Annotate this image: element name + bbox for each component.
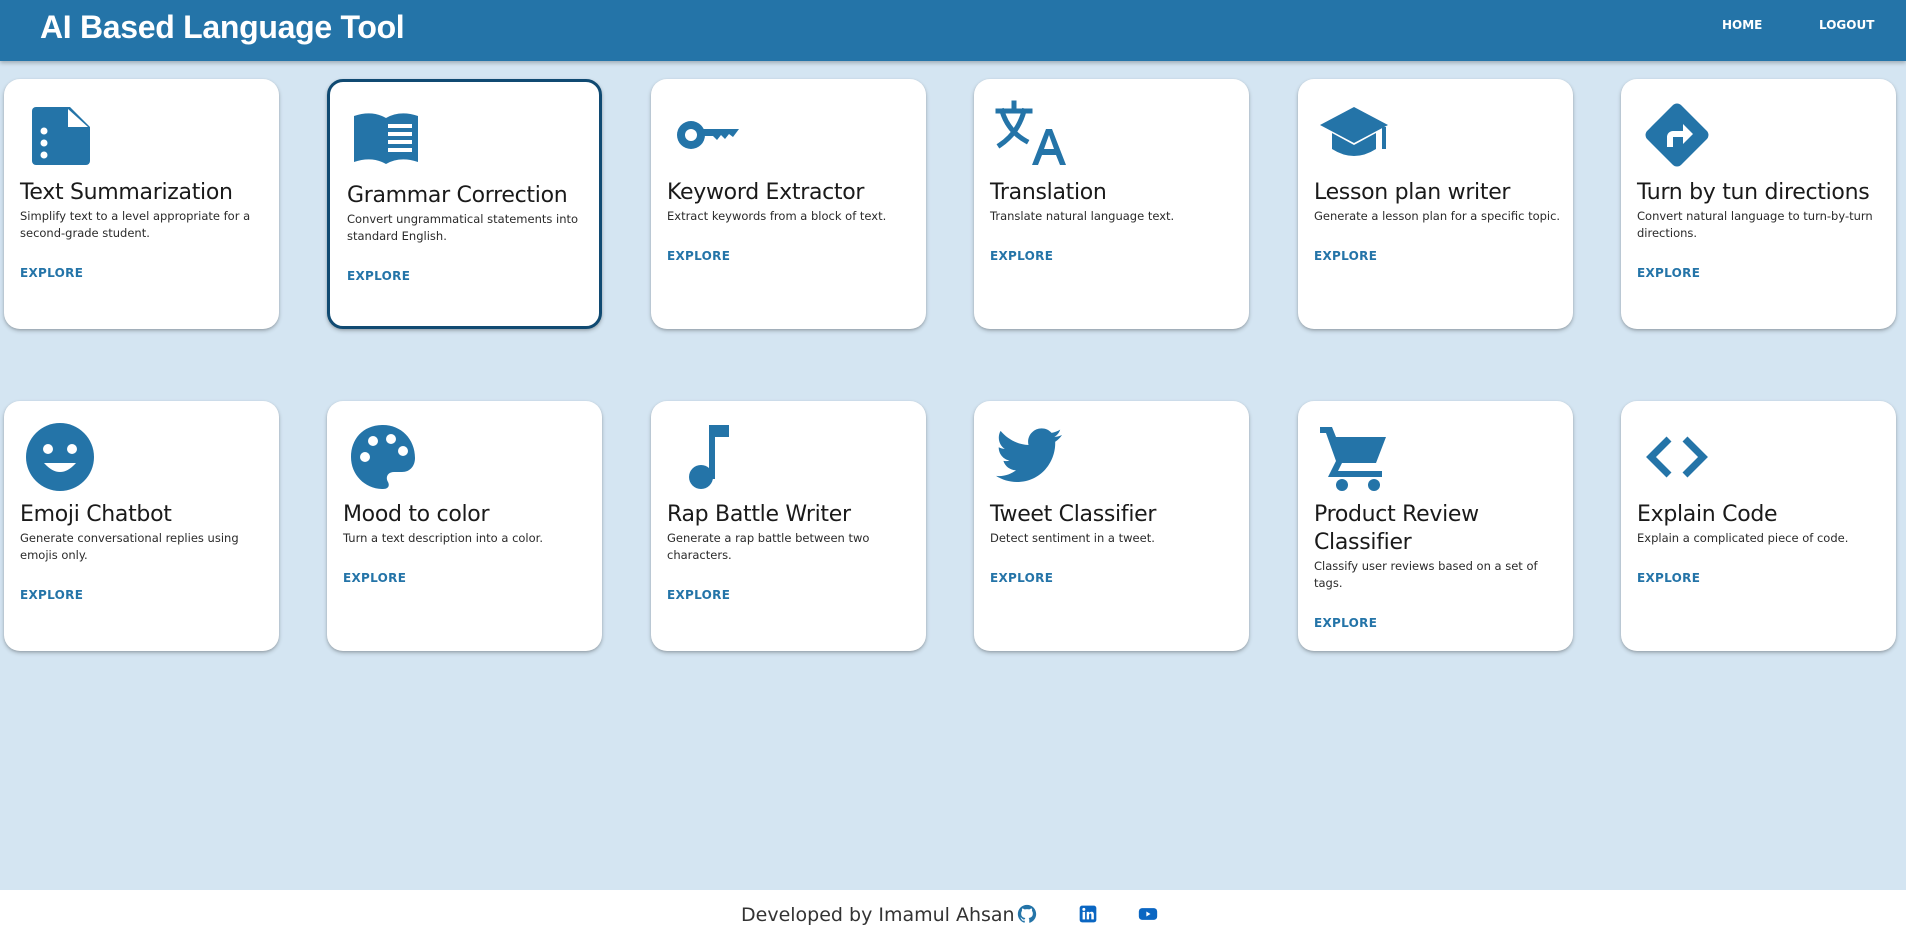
card-description: Convert ungrammatical statements into st… bbox=[347, 212, 579, 243]
card-title: Tweet Classifier bbox=[990, 502, 1157, 527]
footer: Developed by Imamul Ahsan bbox=[0, 890, 1906, 934]
app-title: AI Based Language Tool bbox=[40, 9, 405, 45]
card-description: Simplify text to a level appropriate for… bbox=[20, 209, 251, 240]
card-emoji-chatbot[interactable]: Emoji Chatbot Generate conversational re… bbox=[4, 401, 279, 651]
card-lesson-plan-writer[interactable]: Lesson plan writer Generate a lesson pla… bbox=[1298, 79, 1573, 329]
card-description: Generate a rap battle between two charac… bbox=[667, 531, 870, 562]
card-description: Classify user reviews based on a set of … bbox=[1314, 559, 1538, 590]
card-description: Generate conversational replies using em… bbox=[20, 531, 239, 562]
card-translation[interactable]: Translation Translate natural language t… bbox=[974, 79, 1249, 329]
card-title: Rap Battle Writer bbox=[667, 502, 851, 527]
card-grammar-correction[interactable]: Grammar Correction Convert ungrammatical… bbox=[327, 79, 602, 329]
explore-button[interactable]: EXPLORE bbox=[343, 571, 406, 585]
card-description: Generate a lesson plan for a specific to… bbox=[1314, 209, 1561, 223]
card-description: Translate natural language text. bbox=[990, 209, 1175, 223]
explore-button[interactable]: EXPLORE bbox=[1637, 571, 1700, 585]
card-title: Grammar Correction bbox=[347, 183, 568, 208]
explore-button[interactable]: EXPLORE bbox=[990, 249, 1053, 263]
document-list-icon bbox=[24, 99, 96, 171]
explore-button[interactable]: EXPLORE bbox=[1314, 616, 1377, 630]
card-rap-battle-writer[interactable]: Rap Battle Writer Generate a rap battle … bbox=[651, 401, 926, 651]
home-button[interactable]: HOME bbox=[1722, 18, 1762, 32]
card-title: Mood to color bbox=[343, 502, 490, 527]
key-icon bbox=[671, 99, 743, 171]
card-title: Text Summarization bbox=[20, 180, 233, 205]
explore-button[interactable]: EXPLORE bbox=[990, 571, 1053, 585]
explore-button[interactable]: EXPLORE bbox=[1314, 249, 1377, 263]
card-text-summarization[interactable]: Text Summarization Simplify text to a le… bbox=[4, 79, 279, 329]
explore-button[interactable]: EXPLORE bbox=[20, 266, 83, 280]
card-title: Turn by tun directions bbox=[1637, 180, 1870, 205]
explore-button[interactable]: EXPLORE bbox=[20, 588, 83, 602]
card-mood-to-color[interactable]: Mood to color Turn a text description in… bbox=[327, 401, 602, 651]
open-book-icon bbox=[350, 102, 422, 174]
card-turn-by-turn-directions[interactable]: Turn by tun directions Convert natural l… bbox=[1621, 79, 1896, 329]
card-explain-code[interactable]: Explain Code Explain a complicated piece… bbox=[1621, 401, 1896, 651]
card-title: Translation bbox=[990, 180, 1107, 205]
card-title: Keyword Extractor bbox=[667, 180, 865, 205]
youtube-icon[interactable] bbox=[1138, 904, 1158, 924]
music-note-icon bbox=[671, 421, 743, 493]
card-title: Emoji Chatbot bbox=[20, 502, 172, 527]
card-product-review-classifier[interactable]: Product Review Classifier Classify user … bbox=[1298, 401, 1573, 651]
turn-right-sign-icon bbox=[1641, 99, 1713, 171]
card-description: Convert natural language to turn-by-turn… bbox=[1637, 209, 1873, 240]
card-keyword-extractor[interactable]: Keyword Extractor Extract keywords from … bbox=[651, 79, 926, 329]
palette-icon bbox=[347, 421, 419, 493]
card-description: Turn a text description into a color. bbox=[343, 531, 543, 545]
logout-button[interactable]: LOGOUT bbox=[1819, 18, 1874, 32]
shopping-cart-icon bbox=[1318, 421, 1390, 493]
explore-button[interactable]: EXPLORE bbox=[667, 249, 730, 263]
card-description: Detect sentiment in a tweet. bbox=[990, 531, 1155, 545]
explore-button[interactable]: EXPLORE bbox=[1637, 266, 1700, 280]
explore-button[interactable]: EXPLORE bbox=[347, 269, 410, 283]
app-bar: AI Based Language Tool HOME LOGOUT bbox=[0, 0, 1906, 61]
card-description: Extract keywords from a block of text. bbox=[667, 209, 887, 223]
graduation-cap-icon bbox=[1318, 99, 1390, 171]
explore-button[interactable]: EXPLORE bbox=[667, 588, 730, 602]
linkedin-icon[interactable] bbox=[1078, 904, 1098, 924]
card-title: Lesson plan writer bbox=[1314, 180, 1511, 205]
translate-icon bbox=[994, 99, 1066, 171]
card-title: Explain Code bbox=[1637, 502, 1778, 527]
card-tweet-classifier[interactable]: Tweet Classifier Detect sentiment in a t… bbox=[974, 401, 1249, 651]
card-title: Product Review Classifier bbox=[1314, 502, 1479, 555]
smiley-face-icon bbox=[24, 421, 96, 493]
github-icon[interactable] bbox=[1017, 904, 1037, 924]
footer-credit: Developed by Imamul Ahsan bbox=[741, 904, 1015, 926]
code-brackets-icon bbox=[1641, 421, 1713, 493]
card-description: Explain a complicated piece of code. bbox=[1637, 531, 1849, 545]
twitter-bird-icon bbox=[994, 421, 1066, 493]
